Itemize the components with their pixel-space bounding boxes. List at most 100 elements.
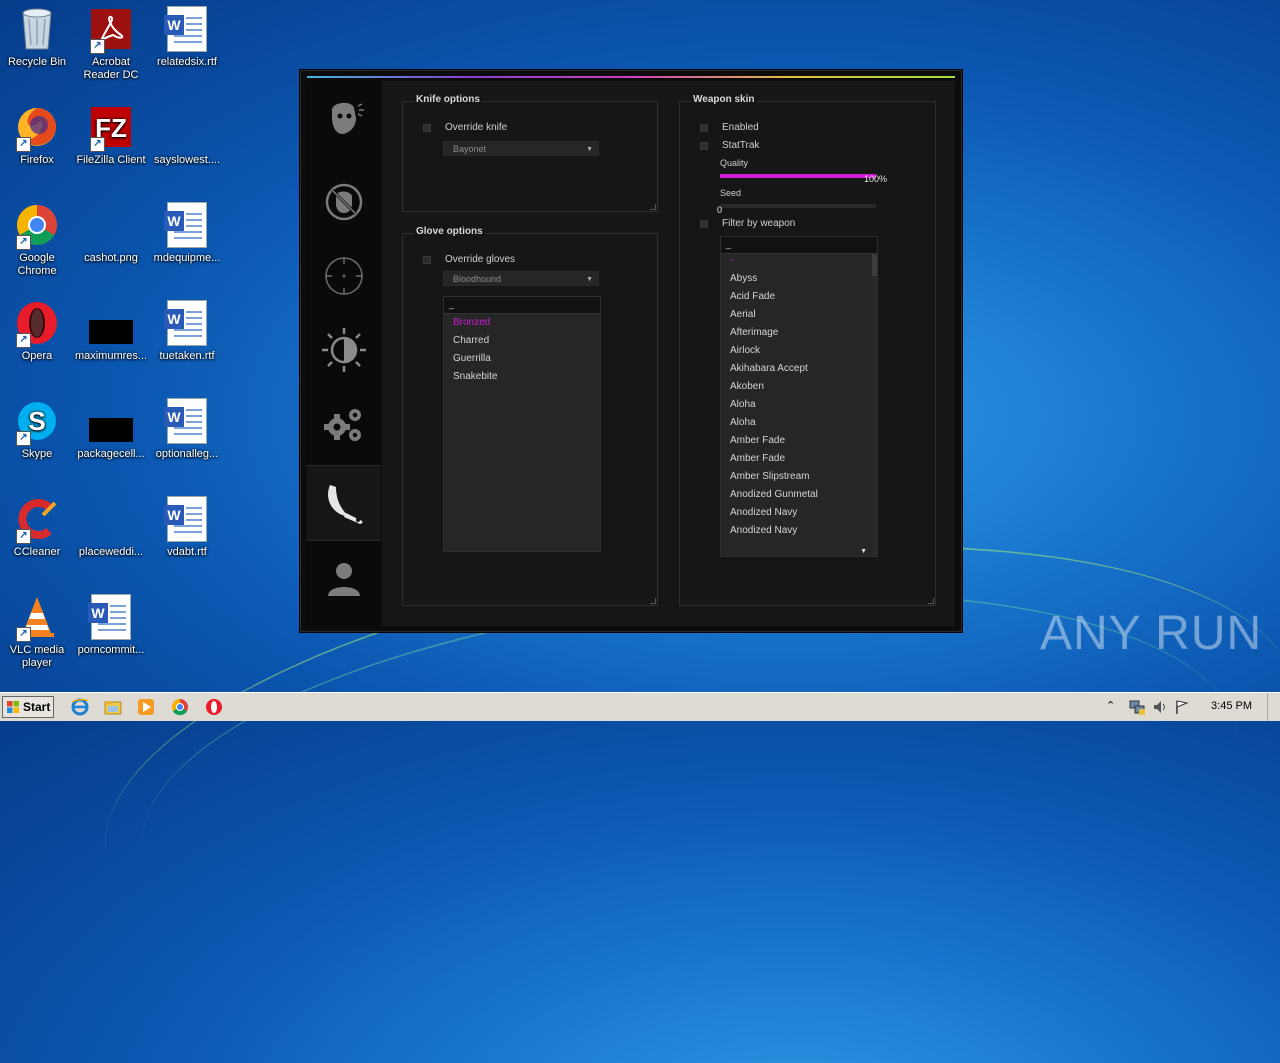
desktop-icon-mdequipme[interactable]: W mdequipme... — [150, 202, 224, 265]
list-item[interactable]: - — [721, 254, 877, 270]
filter-by-weapon-checkbox[interactable] — [700, 219, 708, 228]
tab-profile[interactable] — [307, 541, 381, 615]
override-gloves-checkbox-row[interactable]: Override gloves — [423, 254, 515, 265]
knife-options-group: Knife options Override knife Bayonet ▼ — [402, 94, 658, 212]
list-item[interactable]: Anodized Gunmetal — [721, 486, 877, 504]
clock[interactable]: 3:45 PM — [1211, 700, 1252, 712]
desktop-icon-label: VLC media player — [9, 644, 65, 669]
list-item[interactable]: Abyss — [721, 270, 877, 288]
override-gloves-checkbox[interactable] — [423, 255, 431, 264]
show-hidden-icons-icon[interactable]: ⌃ — [1106, 699, 1115, 712]
stattrak-checkbox-row[interactable]: StatTrak — [700, 140, 759, 151]
tab-skin-changer[interactable] — [307, 465, 381, 541]
desktop-icon-label: Recycle Bin — [7, 56, 67, 68]
desktop-icon-vlc-media-player[interactable]: ↗ VLC media player — [0, 594, 74, 670]
list-item[interactable]: Snakebite — [444, 368, 600, 386]
list-item[interactable]: Aloha — [721, 414, 877, 432]
quality-slider[interactable] — [720, 174, 876, 178]
list-item[interactable]: Aerial — [721, 306, 877, 324]
desktop-icon-optionalleg[interactable]: W optionalleg... — [150, 398, 224, 461]
file-explorer-icon[interactable] — [104, 698, 122, 716]
desktop-icon-skype[interactable]: S ↗ Skype — [0, 398, 74, 461]
desktop-icon-cashot-png[interactable]: cashot.png — [74, 202, 148, 265]
desktop-icon-recycle-bin[interactable]: Recycle Bin — [0, 6, 74, 69]
desktop-icon-firefox[interactable]: ↗ Firefox — [0, 104, 74, 167]
desktop-icon-opera[interactable]: ↗ Opera — [0, 300, 74, 363]
volume-icon[interactable] — [1152, 699, 1168, 715]
desktop-icon-packagecell[interactable]: packagecell... — [74, 398, 148, 461]
list-item[interactable]: Airlock — [721, 342, 877, 360]
desktop-icon-label: sayslowest.... — [153, 154, 221, 166]
desktop-icon-ccleaner[interactable]: ↗ CCleaner — [0, 496, 74, 559]
list-item[interactable]: Anodized Navy — [721, 504, 877, 522]
desktop-icon-sayslowest[interactable]: sayslowest.... — [150, 104, 224, 167]
stattrak-checkbox[interactable] — [700, 141, 708, 150]
action-center-flag-icon[interactable] — [1174, 699, 1190, 715]
desktop-icon-maximumres[interactable]: maximumres... — [74, 300, 148, 363]
override-knife-checkbox-row[interactable]: Override knife — [423, 122, 507, 133]
word-document-icon: W — [164, 6, 210, 52]
opera-taskbar-icon[interactable] — [205, 698, 223, 716]
dropdown-arrow-icon: ▼ — [586, 276, 593, 283]
resize-grip-icon[interactable] — [928, 598, 934, 604]
desktop-icon-porncommit[interactable]: W porncommit... — [74, 594, 148, 657]
list-item[interactable]: Akihabara Accept — [721, 360, 877, 378]
scrollbar[interactable] — [872, 254, 877, 556]
override-knife-checkbox[interactable] — [423, 123, 431, 132]
glove-skin-list[interactable]: _ Bronzed Charred Guerrilla Snakebite — [443, 296, 601, 552]
filezilla-icon: FZ ↗ — [88, 104, 134, 152]
media-player-icon[interactable] — [137, 698, 155, 716]
seed-slider[interactable] — [720, 204, 876, 208]
glove-model-select[interactable]: Bloodhound ▼ — [443, 271, 599, 286]
list-item[interactable]: Aloha — [721, 396, 877, 414]
list-item[interactable]: Bronzed — [444, 314, 600, 332]
weapon-skin-search-input[interactable]: _ — [721, 237, 877, 254]
list-item[interactable]: Amber Slipstream — [721, 468, 877, 486]
desktop-icon-tuetaken-rtf[interactable]: W tuetaken.rtf — [150, 300, 224, 363]
list-item[interactable]: Amber Fade — [721, 432, 877, 450]
desktop-icon-placeweddi[interactable]: placeweddi... — [74, 496, 148, 559]
list-item[interactable]: Afterimage — [721, 324, 877, 342]
scrollbar-thumb[interactable] — [872, 254, 877, 276]
resize-grip-icon[interactable] — [650, 204, 656, 210]
tab-settings[interactable] — [307, 387, 381, 461]
knife-model-select[interactable]: Bayonet ▼ — [443, 141, 599, 156]
chrome-taskbar-icon[interactable] — [171, 698, 189, 716]
tab-visuals[interactable] — [307, 165, 381, 239]
skin-changer-panel: Knife options Override knife Bayonet ▼ G… — [382, 81, 955, 626]
desktop-icon-relatedsix-rtf[interactable]: W relatedsix.rtf — [150, 6, 224, 69]
internet-explorer-icon[interactable] — [71, 698, 89, 716]
desktop-icon-filezilla[interactable]: FZ ↗ FileZilla Client — [74, 104, 148, 167]
tab-aimbot[interactable] — [307, 239, 381, 313]
tab-misc[interactable] — [307, 313, 381, 387]
list-item[interactable]: Guerrilla — [444, 350, 600, 368]
weapon-skin-list[interactable]: _ - Abyss Acid Fade Aerial Afterimage Ai… — [720, 236, 878, 557]
desktop-icon-acrobat-reader[interactable]: ↗ Acrobat Reader DC — [74, 6, 148, 82]
list-item[interactable]: Anodized Navy — [721, 522, 877, 540]
weapon-skin-title: Weapon skin — [691, 94, 757, 105]
enabled-checkbox-row[interactable]: Enabled — [700, 122, 759, 133]
desktop-icon-label: relatedsix.rtf — [157, 56, 217, 68]
enabled-checkbox[interactable] — [700, 123, 708, 132]
show-desktop-button[interactable] — [1267, 693, 1280, 721]
start-button[interactable]: Start — [2, 696, 54, 718]
network-icon[interactable] — [1128, 699, 1146, 715]
resize-grip-icon[interactable] — [650, 598, 656, 604]
scroll-down-icon[interactable]: ▼ — [860, 548, 867, 555]
tab-anti-aim[interactable] — [307, 81, 381, 155]
firefox-icon: ↗ — [14, 104, 60, 152]
list-item[interactable]: Charred — [444, 332, 600, 350]
shortcut-arrow-icon: ↗ — [90, 39, 105, 54]
glove-options-title: Glove options — [414, 226, 485, 237]
glove-skin-search-input[interactable]: _ — [444, 297, 600, 314]
filter-by-weapon-checkbox-row[interactable]: Filter by weapon — [700, 218, 795, 229]
desktop-icon-vdabt-rtf[interactable]: W vdabt.rtf — [150, 496, 224, 559]
desktop-icon-label: Acrobat Reader DC — [83, 56, 139, 81]
desktop-icon-label: mdequipme... — [153, 252, 221, 264]
desktop-icon-google-chrome[interactable]: ↗ Google Chrome — [0, 202, 74, 278]
brightness-icon — [322, 328, 366, 372]
list-item[interactable]: Akoben — [721, 378, 877, 396]
list-item[interactable]: Amber Fade — [721, 450, 877, 468]
sidebar — [307, 81, 381, 626]
list-item[interactable]: Acid Fade — [721, 288, 877, 306]
